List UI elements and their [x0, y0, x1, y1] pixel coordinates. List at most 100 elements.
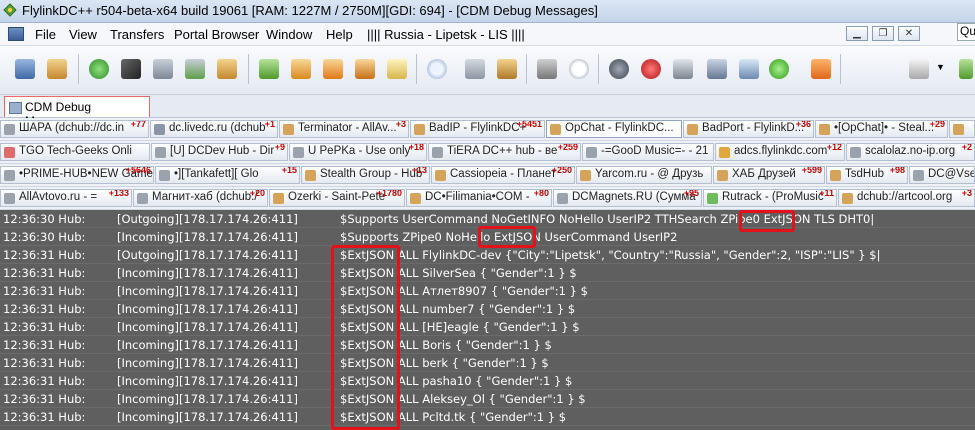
hub-tab[interactable]: Магнит-хаб (dchub:/+20: [133, 189, 268, 207]
menu-location[interactable]: |||| Russia - Lipetsk - LIS ||||: [367, 27, 525, 42]
refresh-share-button[interactable]: [670, 56, 696, 82]
hub-icon: [687, 124, 698, 135]
hub-icon: [4, 193, 15, 204]
hub-tab[interactable]: Yarcom.ru - @ Друзь: [576, 166, 712, 184]
hub-tab[interactable]: dc.livedc.ru (dchub +1: [150, 120, 278, 138]
hub-tab[interactable]: •PRIME-HUB•NEW Game +5646: [0, 166, 154, 184]
hub-tab[interactable]: dchub://artcool.org +3: [838, 189, 975, 207]
spy-button[interactable]: [494, 56, 520, 82]
finished-uploads-button[interactable]: [352, 56, 378, 82]
record-icon: [641, 59, 661, 79]
mdi-minimize-button[interactable]: ▁: [846, 26, 868, 41]
hub-icon: [410, 193, 421, 204]
hub-tab[interactable]: Stealth Group - Hub +13: [301, 166, 430, 184]
hub-icon: [842, 193, 853, 204]
hub-tab[interactable]: U PePKa - Use only +18: [289, 143, 427, 161]
hub-tab[interactable]: BadPort - FlylinkD... +36: [683, 120, 814, 138]
search-button[interactable]: [424, 56, 450, 82]
menu-transfers[interactable]: Transfers: [110, 27, 164, 42]
reconnect-button[interactable]: [118, 56, 144, 82]
extjson-highlight-incoming: [478, 226, 536, 248]
reconnect-icon: [121, 59, 141, 79]
settings-icon: [707, 59, 727, 79]
hub-icon: [273, 193, 284, 204]
mdi-system-menu-icon[interactable]: [8, 27, 24, 41]
hub-tab-active[interactable]: OpChat - FlylinkDC...: [546, 120, 682, 138]
media-player-icon: [909, 59, 929, 79]
limiter-button[interactable]: [606, 56, 632, 82]
hub-tab[interactable]: AllAvtovo.ru - = +133: [0, 189, 132, 207]
hub-tabs-row-1: ШАРА (dchub://dc.in +77 dc.livedc.ru (dch…: [0, 118, 975, 141]
mdi-close-button[interactable]: ✕: [898, 26, 920, 41]
finished-downloads-button[interactable]: [288, 56, 314, 82]
network-stats-button[interactable]: [534, 56, 560, 82]
hub-tab[interactable]: DCMagnets.RU (Сумма +95: [553, 189, 702, 207]
hub-icon: [435, 170, 446, 181]
hub-tab[interactable]: TsdHub +98: [826, 166, 908, 184]
openssl-button[interactable]: [736, 56, 762, 82]
public-hubs-button[interactable]: [86, 56, 112, 82]
favorite-hubs-star-button[interactable]: [182, 56, 208, 82]
debug-message-log[interactable]: 12:36:30 Hub: [Outgoing][178.17.174.26:41…: [0, 210, 975, 430]
hub-tab[interactable]: [949, 120, 975, 138]
hub-tab[interactable]: -=GooD Music=- - 21: [582, 143, 714, 161]
network-stats-icon: [537, 59, 557, 79]
settings-button[interactable]: [704, 56, 730, 82]
overflow-arrow-icon: [959, 59, 973, 79]
hub-tab[interactable]: ШАРА (dchub://dc.in +77: [0, 120, 149, 138]
hub-tab[interactable]: Rutrack - (ProMusic +11: [703, 189, 837, 207]
connect-button[interactable]: [12, 56, 38, 82]
hub-icon: [953, 124, 964, 135]
log-row: 12:36:31 Hub: [Incoming][178.17.174.26:41…: [0, 390, 975, 408]
extjson-highlight-outgoing: [739, 210, 795, 232]
favorite-users-button[interactable]: [44, 56, 70, 82]
hub-tab[interactable]: [U] DCDev Hub - Dir +9: [151, 143, 288, 161]
log-row: 12:36:31 Hub: [Incoming][178.17.174.26:41…: [0, 354, 975, 372]
hub-tab[interactable]: TGO Tech-Geeks Onli: [0, 143, 150, 161]
hub-tab[interactable]: Cassiopeia - Планет +250: [431, 166, 575, 184]
quick-search-input[interactable]: Quic: [957, 23, 975, 41]
menu-file[interactable]: File: [35, 27, 56, 42]
tab-cdm-debug-messages[interactable]: CDM Debug Messages: [4, 96, 150, 128]
notepad-button[interactable]: [384, 56, 410, 82]
log-row: 12:36:31 Hub: [Incoming][178.17.174.26:41…: [0, 336, 975, 354]
hub-tab[interactable]: DC•Filimania•COM - +80: [406, 189, 552, 207]
upload-queue-button[interactable]: [320, 56, 346, 82]
hub-tab[interactable]: scalolaz.no-ip.org +2: [846, 143, 975, 161]
download-queue-button[interactable]: [256, 56, 282, 82]
log-row: 12:36:31 Hub: [Incoming][178.17.174.26:41…: [0, 300, 975, 318]
log-row: 12:36:31 Hub: [Incoming][178.17.174.26:41…: [0, 264, 975, 282]
menu-window[interactable]: Window: [266, 27, 312, 42]
hub-tab[interactable]: •][Tankafett][ Glo +15: [155, 166, 300, 184]
menu-portal-browser[interactable]: Portal Browser: [174, 27, 259, 42]
hub-tab[interactable]: ХАБ Друзей +599: [713, 166, 825, 184]
toolbar-separator: [598, 54, 599, 84]
clock-button[interactable]: [566, 56, 592, 82]
menu-help[interactable]: Help: [326, 27, 353, 42]
hub-icon: [719, 147, 730, 158]
hub-tab[interactable]: TiERA DC++ hub - ве +259: [428, 143, 581, 161]
adl-search-button[interactable]: [462, 56, 488, 82]
hub-tab[interactable]: •[OpChat]• - Steal... +29: [815, 120, 948, 138]
mdi-restore-button[interactable]: ❐: [872, 26, 894, 41]
title-bar: FlylinkDC++ r504-beta-x64 build 19061 [R…: [0, 0, 975, 23]
hub-tab[interactable]: Terminator - AllAv... +3: [279, 120, 409, 138]
record-button[interactable]: [638, 56, 664, 82]
window-tab-strip: CDM Debug Messages: [0, 95, 975, 128]
hub-tab[interactable]: BadIP - FlylinkDC+ +5451: [410, 120, 545, 138]
hub-tab[interactable]: adcs.flylinkdc.com +12: [715, 143, 845, 161]
hub-icon: [159, 170, 170, 181]
media-player-button[interactable]: [906, 56, 932, 82]
hub-tab[interactable]: DC@Vsev: [909, 166, 975, 184]
media-player-dropdown[interactable]: ▼: [934, 56, 948, 82]
hub-icon: [4, 124, 15, 135]
wizard-icon: [769, 59, 789, 79]
wizard-button[interactable]: [766, 56, 792, 82]
users-button[interactable]: [214, 56, 240, 82]
blogger-button[interactable]: [808, 56, 834, 82]
favorite-hubs-button[interactable]: [150, 56, 176, 82]
toolbar-overflow-button[interactable]: [956, 56, 975, 82]
download-queue-icon: [259, 59, 279, 79]
menu-view[interactable]: View: [69, 27, 97, 42]
hub-tab[interactable]: Ozerki - Saint-Pete +1780: [269, 189, 405, 207]
